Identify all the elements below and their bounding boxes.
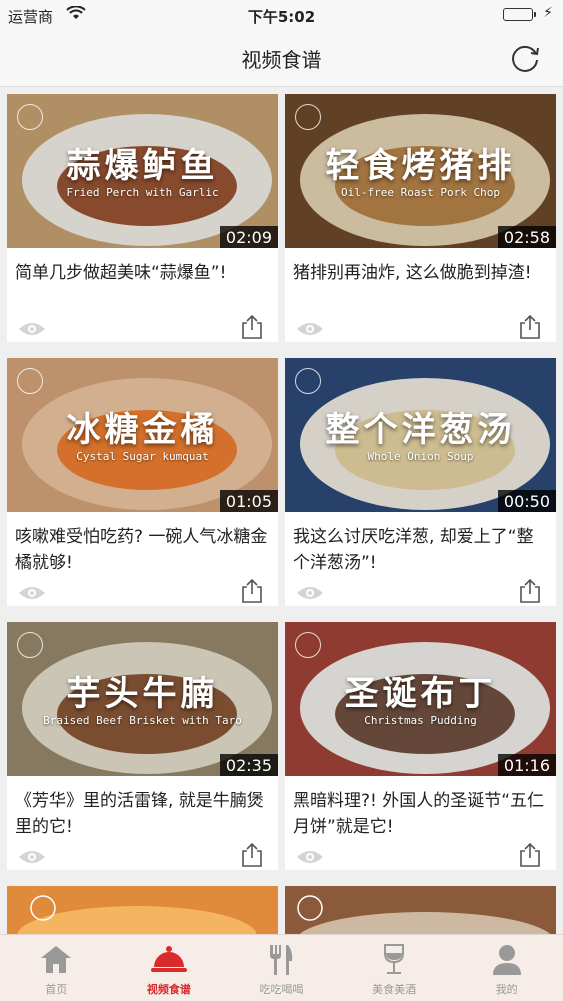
tab-eat-drink[interactable]: 吃吃喝喝 xyxy=(225,935,338,1001)
share-icon[interactable] xyxy=(240,314,264,344)
refresh-icon[interactable] xyxy=(507,40,543,76)
brand-logo xyxy=(17,632,43,658)
video-thumbnail[interactable]: 芋头牛腩 Braised Beef Brisket with Taro 02:3… xyxy=(7,622,278,776)
cloche-icon xyxy=(149,943,189,979)
video-thumbnail[interactable]: 蒜爆鲈鱼 Fried Perch with Garlic 02:09 xyxy=(7,94,278,248)
video-thumbnail[interactable]: 轻食烤猪排 Oil-free Roast Pork Chop 02:58 xyxy=(285,94,556,248)
tab-label: 吃吃喝喝 xyxy=(259,983,304,996)
tab-food-wine[interactable]: 美食美酒 xyxy=(338,935,451,1001)
video-duration: 02:35 xyxy=(219,754,278,776)
share-icon[interactable] xyxy=(518,578,542,608)
video-card[interactable]: 整个洋葱汤 Whole Onion Soup 00:50 我这么讨厌吃洋葱, 却… xyxy=(285,358,556,606)
video-duration: 01:05 xyxy=(219,490,278,512)
share-icon[interactable] xyxy=(518,314,542,344)
thumbnail-subtitle: Oil-free Roast Pork Chop xyxy=(341,186,500,199)
thumbnail-title: 蒜爆鲈鱼 xyxy=(66,146,219,186)
tab-label: 我的 xyxy=(495,983,518,996)
tab-label: 首页 xyxy=(45,983,68,996)
thumbnail-subtitle: Cystal Sugar kumquat xyxy=(76,450,209,463)
video-description[interactable]: 猪排别再油炸, 这么做脆到掉渣! xyxy=(293,260,549,286)
brand-logo xyxy=(17,368,43,394)
thumbnail-subtitle: Christmas Pudding xyxy=(364,714,477,727)
video-description[interactable]: 我这么讨厌吃洋葱, 却爱上了“整个洋葱汤”! xyxy=(293,524,549,576)
video-description[interactable]: 《芳华》里的活雷锋, 就是牛腩煲里的它! xyxy=(15,788,271,840)
thumbnail-subtitle: Whole Onion Soup xyxy=(367,450,474,463)
thumbnail-subtitle: Fried Perch with Garlic xyxy=(66,186,219,199)
brand-logo xyxy=(295,368,321,394)
video-duration: 01:16 xyxy=(497,754,556,776)
battery-icon xyxy=(503,8,536,21)
eye-icon xyxy=(295,320,325,342)
video-description[interactable]: 黑暗料理?! 外国人的圣诞节“五仁月饼”就是它! xyxy=(293,788,549,840)
navigation-bar: 视频食谱 xyxy=(0,30,563,87)
eye-icon xyxy=(17,320,47,342)
video-thumbnail[interactable]: 圣诞布丁 Christmas Pudding 01:16 xyxy=(285,622,556,776)
video-card[interactable]: 蒜爆鲈鱼 Fried Perch with Garlic 02:09 简单几步做… xyxy=(7,94,278,342)
tab-label: 视频食谱 xyxy=(146,983,191,996)
brand-logo xyxy=(17,104,43,130)
share-icon[interactable] xyxy=(240,578,264,608)
thumbnail-title: 芋头牛腩 xyxy=(66,674,219,714)
eye-icon xyxy=(17,848,47,870)
thumbnail-title: 整个洋葱汤 xyxy=(325,410,516,450)
video-card[interactable]: 轻食烤猪排 Oil-free Roast Pork Chop 02:58 猪排别… xyxy=(285,94,556,342)
page-title: 视频食谱 xyxy=(241,48,322,72)
thumbnail-title: 冰糖金橘 xyxy=(66,410,219,450)
video-card-partial[interactable] xyxy=(7,886,278,934)
video-card-partial[interactable] xyxy=(285,886,556,934)
tab-video-recipes[interactable]: 视频食谱 xyxy=(113,935,226,1001)
fork-knife-icon xyxy=(266,943,296,981)
status-bar: 运营商 下午5:02 ⚡ xyxy=(0,0,563,30)
video-description[interactable]: 简单几步做超美味“蒜爆鱼”! xyxy=(15,260,271,286)
brand-logo xyxy=(295,104,321,130)
video-duration: 00:50 xyxy=(497,490,556,512)
eye-icon xyxy=(17,584,47,606)
video-description[interactable]: 咳嗽难受怕吃药? 一碗人气冰糖金橘就够! xyxy=(15,524,271,576)
video-thumbnail[interactable]: 冰糖金橘 Cystal Sugar kumquat 01:05 xyxy=(7,358,278,512)
wine-glass-icon xyxy=(381,943,407,981)
share-icon[interactable] xyxy=(240,842,264,872)
share-icon[interactable] xyxy=(518,842,542,872)
video-thumbnail[interactable]: 整个洋葱汤 Whole Onion Soup 00:50 xyxy=(285,358,556,512)
charging-icon: ⚡ xyxy=(543,5,553,21)
tab-mine[interactable]: 我的 xyxy=(450,935,563,1001)
video-card[interactable]: 冰糖金橘 Cystal Sugar kumquat 01:05 咳嗽难受怕吃药?… xyxy=(7,358,278,606)
tab-home[interactable]: 首页 xyxy=(0,935,113,1001)
clock: 下午5:02 xyxy=(247,8,316,26)
user-icon xyxy=(491,943,523,981)
thumbnail-title: 轻食烤猪排 xyxy=(325,146,516,186)
thumbnail-subtitle: Braised Beef Brisket with Taro xyxy=(43,714,242,727)
tab-label: 美食美酒 xyxy=(372,983,417,996)
eye-icon xyxy=(295,584,325,606)
video-duration: 02:58 xyxy=(497,226,556,248)
tab-bar: 首页 视频食谱 吃吃喝喝 美食美酒 我的 xyxy=(0,934,563,1001)
brand-logo xyxy=(295,632,321,658)
video-card[interactable]: 芋头牛腩 Braised Beef Brisket with Taro 02:3… xyxy=(7,622,278,870)
video-duration: 02:09 xyxy=(219,226,278,248)
video-card[interactable]: 圣诞布丁 Christmas Pudding 01:16 黑暗料理?! 外国人的… xyxy=(285,622,556,870)
eye-icon xyxy=(295,848,325,870)
home-icon xyxy=(38,943,74,979)
thumbnail-title: 圣诞布丁 xyxy=(344,674,497,714)
